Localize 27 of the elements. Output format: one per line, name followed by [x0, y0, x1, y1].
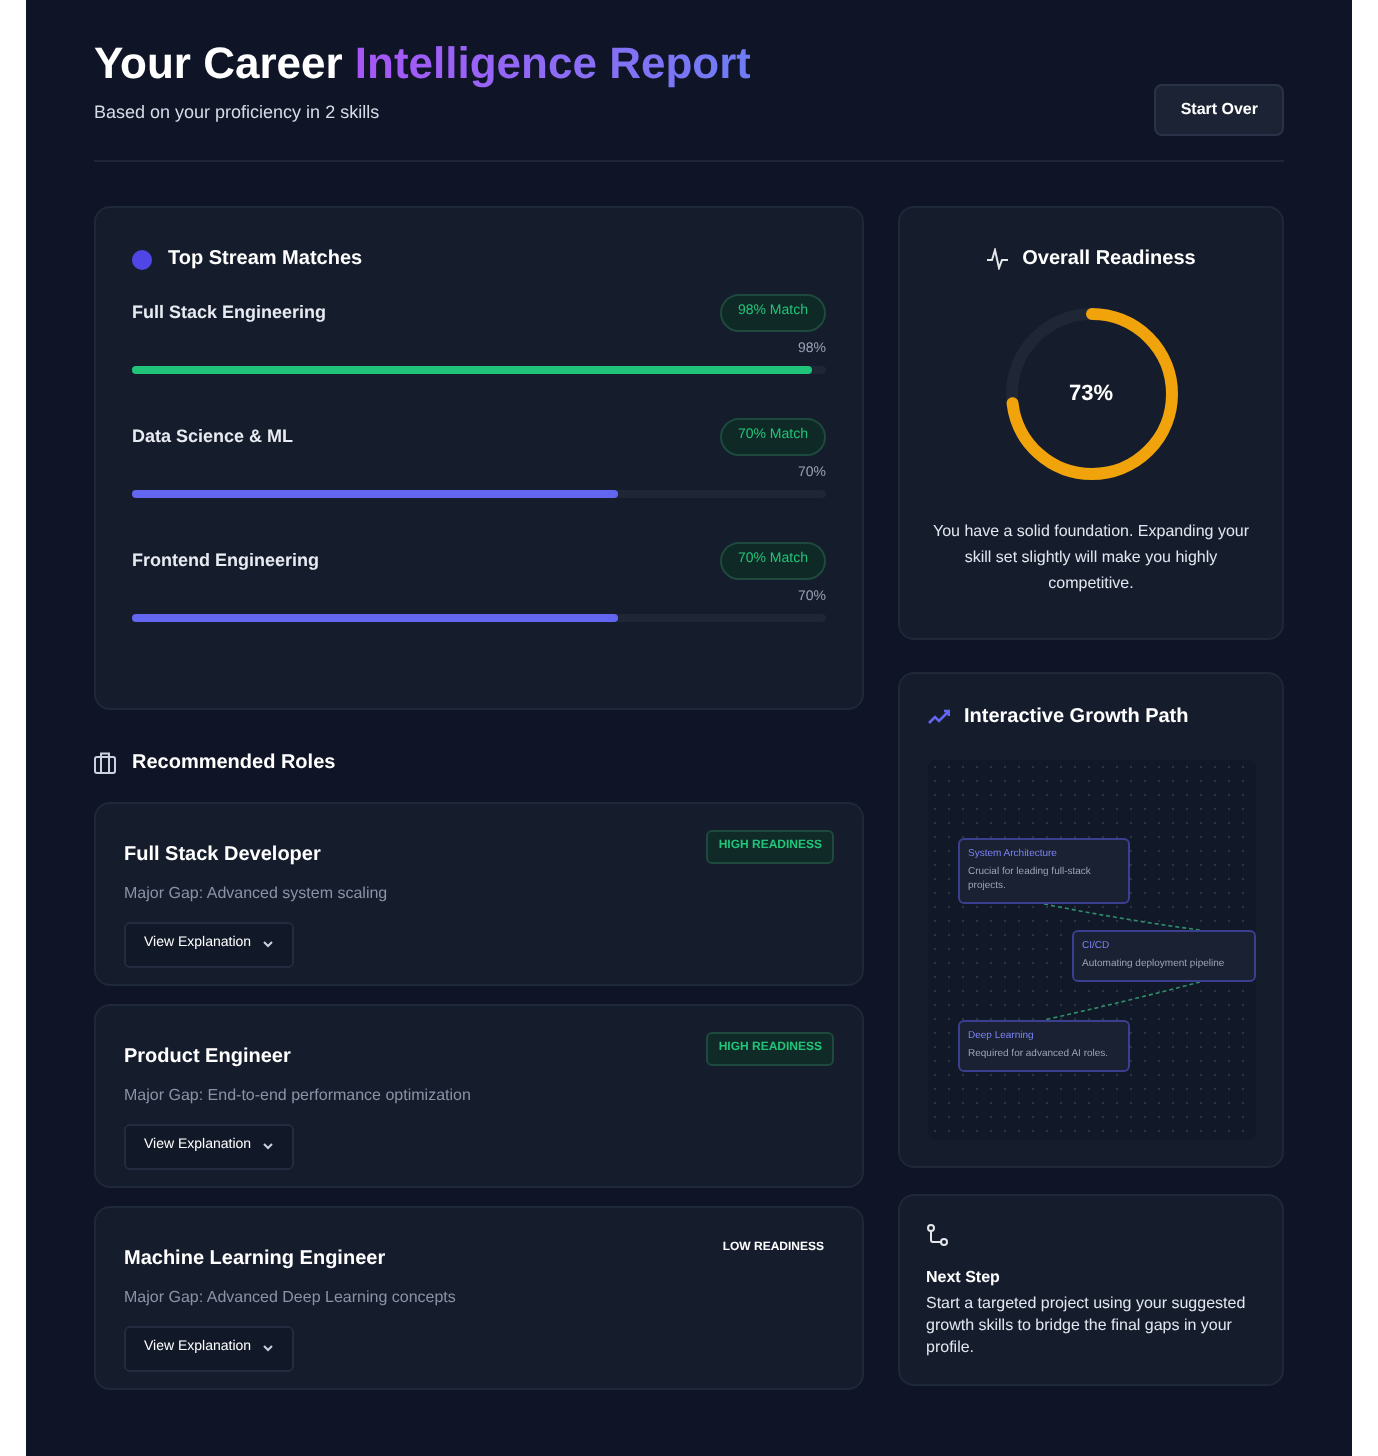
section-title: Recommended Roles [132, 750, 336, 778]
chevron-down-icon [261, 938, 274, 951]
card-title: Interactive Growth Path [964, 704, 1189, 732]
next-step-description: Start a targeted project using your suggested growth skills to bridge the final gaps in your profile. [926, 1292, 1248, 1358]
major-gap-text: Major Gap: Advanced system scaling [124, 882, 390, 906]
trend-up-icon [928, 706, 950, 728]
chevron-down-icon [261, 1140, 274, 1153]
activity-icon [986, 248, 1009, 270]
route-icon [926, 1224, 948, 1246]
circle-icon [132, 249, 152, 269]
stream-name: Full Stack Engineering [132, 299, 327, 326]
briefcase-icon [94, 752, 116, 774]
card-title: Overall Readiness [1022, 246, 1196, 274]
readiness-description: You have a solid foundation. Expanding your skill set slightly will make you highly competitive. [930, 520, 1252, 596]
role-title: Product Engineer [124, 1044, 291, 1072]
stream-name: Frontend Engineering [132, 547, 319, 574]
stream-name: Data Science & ML [132, 423, 294, 449]
card-title: Top Stream Matches [168, 246, 363, 274]
role-title: Machine Learning Engineer [124, 1246, 386, 1274]
start-over-button[interactable]: Start Over [1154, 84, 1284, 136]
major-gap-text: Major Gap: Advanced Deep Learning concepts [124, 1286, 458, 1310]
card-title: Next Step [926, 1266, 1002, 1290]
major-gap-text: Major Gap: End-to-end performance optimization [124, 1084, 473, 1108]
percent-value: 73% [1068, 379, 1114, 410]
subtitle: Based on your proficiency in 2 skills [94, 100, 382, 126]
role-title: Full Stack Developer [124, 842, 321, 870]
chevron-down-icon [261, 1342, 274, 1355]
